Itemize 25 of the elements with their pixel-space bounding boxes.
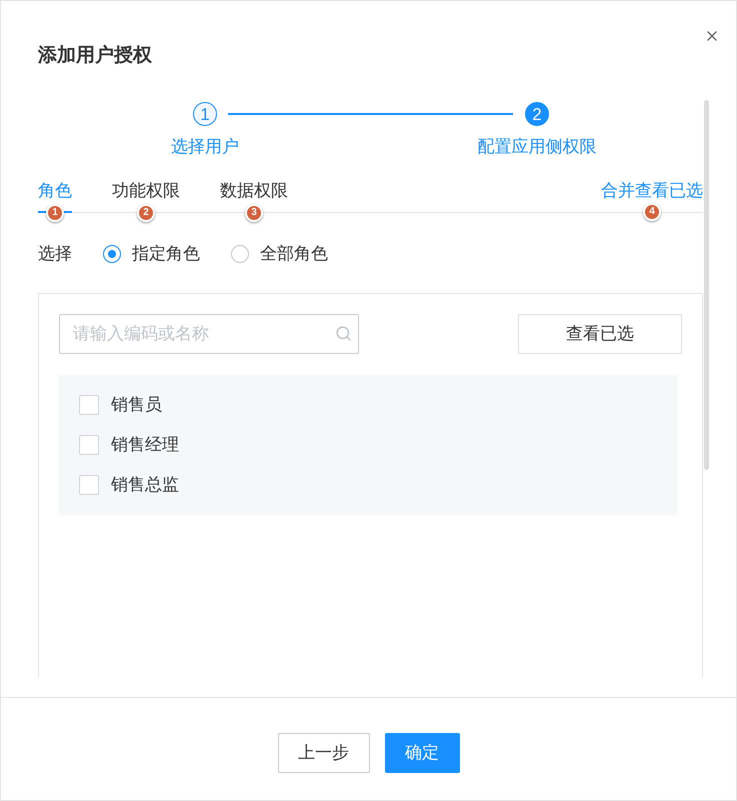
checkbox[interactable]: [79, 395, 99, 415]
scrollbar-thumb[interactable]: [704, 100, 709, 470]
number-badge: 2: [137, 204, 155, 222]
number-badge: 1: [46, 204, 64, 222]
step-number: 2: [525, 102, 549, 126]
number-badge: 4: [643, 203, 661, 221]
role-label: 销售员: [111, 394, 162, 416]
role-label: 销售总监: [111, 474, 179, 496]
scope-label: 选择: [38, 243, 72, 265]
view-selected-button[interactable]: 查看已选: [518, 314, 682, 354]
step-number: 1: [193, 102, 217, 126]
radio-button[interactable]: [103, 245, 121, 263]
checkbox[interactable]: [79, 475, 99, 495]
role-label: 销售经理: [111, 434, 179, 456]
search-field[interactable]: 请输入编码或名称: [59, 314, 359, 354]
checkbox[interactable]: [79, 435, 99, 455]
step-label: 选择用户: [170, 136, 240, 158]
radio-label: 全部角色: [260, 243, 328, 265]
previous-step-button[interactable]: 上一步: [278, 733, 370, 773]
radio-button[interactable]: [231, 245, 249, 263]
number-badge: 3: [245, 204, 263, 222]
radio-label: 指定角色: [132, 243, 200, 265]
step-label: 配置应用侧权限: [476, 136, 598, 158]
dialog-title: 添加用户授权: [38, 44, 152, 68]
search-icon[interactable]: [335, 325, 352, 342]
